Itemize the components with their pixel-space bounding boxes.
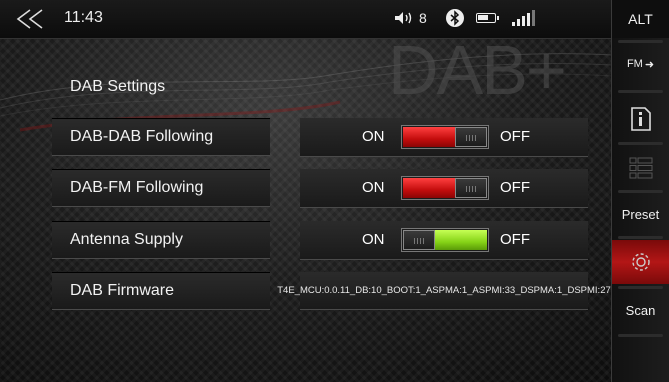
clock: 11:43 [64, 9, 103, 26]
sidebar-divider [618, 90, 663, 93]
dab-firmware-label: DAB Firmware [52, 272, 270, 310]
sidebar-divider [618, 142, 663, 145]
on-label: ON [362, 231, 385, 248]
antenna-supply-label: Antenna Supply [52, 221, 270, 259]
settings-button[interactable] [612, 240, 669, 284]
dab-fm-following-control: ON OFF [300, 169, 588, 208]
sidebar-divider [618, 334, 663, 337]
info-button[interactable] [612, 96, 669, 142]
dab-fm-following-toggle[interactable] [401, 176, 489, 200]
dab-fm-following-label: DAB-FM Following [52, 169, 270, 207]
off-label: OFF [500, 231, 530, 248]
arrow-right-icon: ➜ [644, 58, 655, 71]
scan-button[interactable]: Scan [612, 290, 669, 330]
back-chevron-icon[interactable] [14, 8, 50, 30]
sidebar-divider [618, 40, 663, 43]
on-label: ON [362, 179, 385, 196]
dab-dab-following-toggle[interactable] [401, 125, 489, 149]
screen: DAB+ 11:43 8 ALT FM ➜ Preset Scan DAB Se… [0, 0, 669, 382]
dab-dab-following-label: DAB-DAB Following [52, 118, 270, 156]
bluetooth-icon [446, 9, 464, 27]
volume-level: 8 [419, 10, 427, 26]
antenna-supply-toggle[interactable] [401, 228, 489, 252]
volume-indicator: 8 [394, 10, 427, 26]
antenna-supply-control: ON OFF [300, 221, 588, 260]
firmware-version: T4E_MCU:0.0.11_DB:10_BOOT:1_ASPMA:1_ASPM… [277, 272, 611, 310]
battery-icon [476, 13, 499, 23]
status-bar: 11:43 8 [0, 0, 612, 39]
signal-icon [512, 10, 535, 26]
fm-label: FM [626, 58, 643, 70]
alt-button[interactable]: ALT [612, 0, 669, 38]
dab-plus-watermark: DAB+ [388, 31, 567, 109]
list-icon [629, 157, 652, 179]
dab-dab-following-control: ON OFF [300, 118, 588, 157]
on-label: ON [362, 128, 385, 145]
page-title: DAB Settings [70, 78, 166, 95]
sidebar-divider [618, 286, 663, 289]
speaker-icon [395, 12, 412, 24]
off-label: OFF [500, 128, 530, 145]
off-label: OFF [500, 179, 530, 196]
sidebar-divider [618, 236, 663, 239]
right-sidebar: ALT FM ➜ Preset Scan [611, 0, 669, 382]
fm-button[interactable]: FM ➜ [612, 44, 669, 84]
info-icon [630, 107, 651, 131]
gear-icon [631, 253, 650, 271]
list-button[interactable] [612, 146, 669, 190]
sidebar-divider [618, 190, 663, 193]
preset-button[interactable]: Preset [612, 194, 669, 234]
